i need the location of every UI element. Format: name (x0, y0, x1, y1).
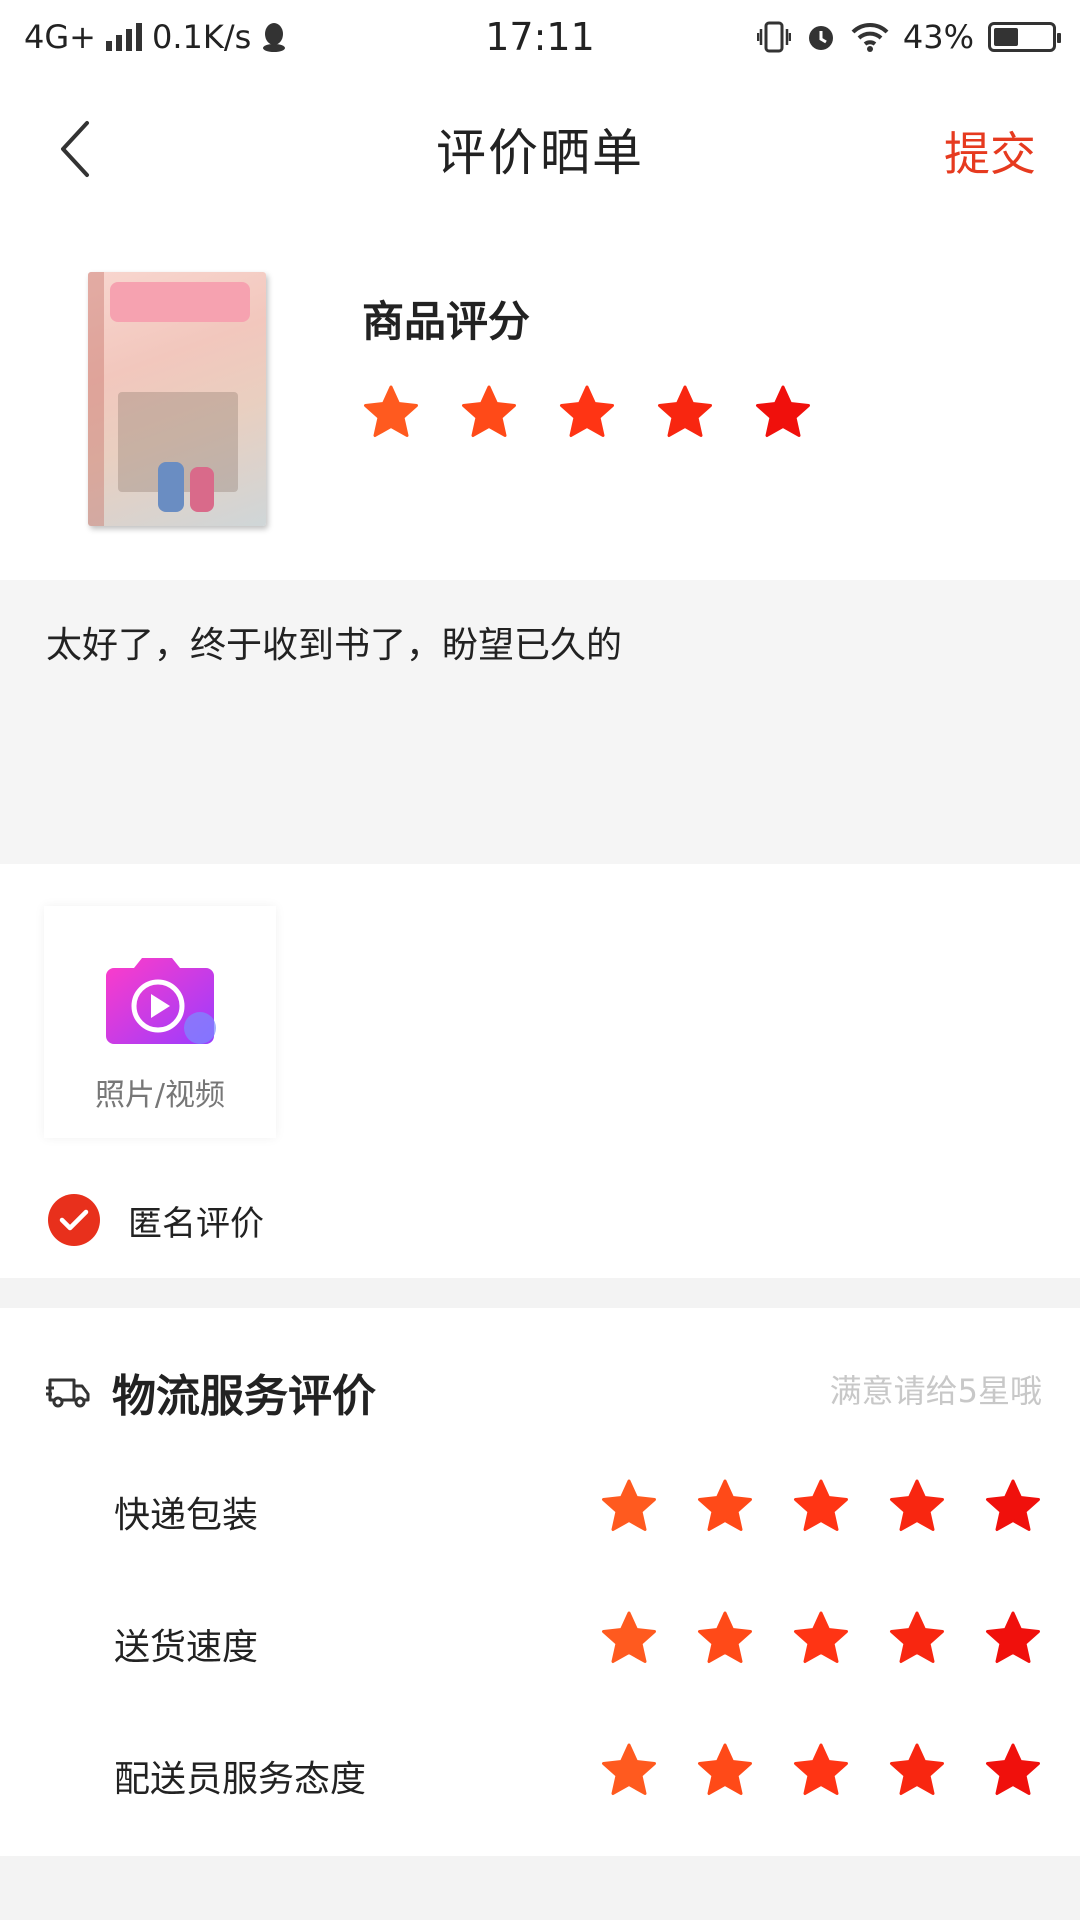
logistics-row-label: 配送员服务态度 (114, 1759, 367, 1800)
product-image (88, 272, 266, 526)
logistics-row-label: 快递包装 (114, 1495, 259, 1536)
upload-label: 照片/视频 (94, 1078, 226, 1113)
nav-header: 评价晒单 提交 (0, 74, 1080, 224)
logistics-rating-section: 物流服务评价 满意请给5星哦 快递包装 送货速度 配送员服务态度 (0, 1308, 1080, 1856)
truck-icon (46, 1378, 90, 1408)
page-title: 评价晒单 (436, 124, 644, 182)
star-icon[interactable] (888, 1478, 946, 1534)
vibrate-icon (756, 21, 791, 53)
battery-percent: 43% (902, 18, 974, 56)
star-icon[interactable] (600, 1742, 658, 1798)
star-icon[interactable] (558, 384, 616, 440)
star-icon[interactable] (460, 384, 518, 440)
star-icon[interactable] (888, 1610, 946, 1666)
logistics-hint: 满意请给5星哦 (829, 1372, 1042, 1410)
anonymous-label: 匿名评价 (128, 1203, 264, 1244)
check-icon (48, 1194, 100, 1246)
review-text: 太好了，终于收到书了，盼望已久的 (46, 625, 623, 666)
back-button[interactable] (40, 114, 110, 184)
signal-icon (105, 23, 142, 51)
star-icon[interactable] (984, 1742, 1042, 1798)
star-icon[interactable] (984, 1610, 1042, 1666)
logistics-title: 物流服务评价 (112, 1371, 376, 1422)
product-rating-label: 商品评分 (362, 297, 531, 346)
upload-photo-video-button[interactable]: 照片/视频 (44, 906, 276, 1138)
star-icon[interactable] (362, 384, 420, 440)
chevron-left-icon (61, 121, 89, 177)
clock: 17:11 (485, 15, 595, 59)
anonymous-checkbox[interactable]: 匿名评价 (48, 1194, 264, 1246)
bottom-spacer (0, 1856, 1080, 1920)
star-icon[interactable] (600, 1610, 658, 1666)
wifi-icon (851, 22, 889, 52)
star-icon[interactable] (792, 1478, 850, 1534)
packaging-star-rating[interactable] (600, 1478, 1042, 1534)
star-icon[interactable] (600, 1478, 658, 1534)
network-speed: 0.1K/s (151, 18, 252, 56)
star-icon[interactable] (792, 1742, 850, 1798)
star-icon[interactable] (696, 1610, 754, 1666)
alarm-icon (808, 26, 833, 50)
star-icon[interactable] (754, 384, 812, 440)
star-icon[interactable] (696, 1742, 754, 1798)
status-bar: 4G+ 0.1K/s 17:11 43% (0, 0, 1080, 74)
logistics-row-label: 送货速度 (114, 1627, 259, 1668)
star-icon[interactable] (984, 1478, 1042, 1534)
star-icon[interactable] (792, 1610, 850, 1666)
star-icon[interactable] (656, 384, 714, 440)
logistics-row-courier: 配送员服务态度 (0, 1732, 1080, 1812)
courier-star-rating[interactable] (600, 1742, 1042, 1798)
product-rating-section: 商品评分 (0, 224, 1080, 580)
star-icon[interactable] (888, 1742, 946, 1798)
media-section: 照片/视频 匿名评价 (0, 864, 1080, 1278)
speed-star-rating[interactable] (600, 1610, 1042, 1666)
product-star-rating[interactable] (362, 384, 812, 440)
logistics-row-packaging: 快递包装 (0, 1468, 1080, 1548)
star-icon[interactable] (696, 1478, 754, 1534)
logistics-row-speed: 送货速度 (0, 1600, 1080, 1680)
qq-icon (263, 23, 286, 52)
camera-play-icon (106, 958, 216, 1044)
review-textarea[interactable]: 太好了，终于收到书了，盼望已久的 (0, 580, 1080, 864)
submit-button[interactable]: 提交 (944, 118, 1036, 184)
network-type: 4G+ (24, 18, 96, 56)
battery-icon (988, 22, 1061, 52)
